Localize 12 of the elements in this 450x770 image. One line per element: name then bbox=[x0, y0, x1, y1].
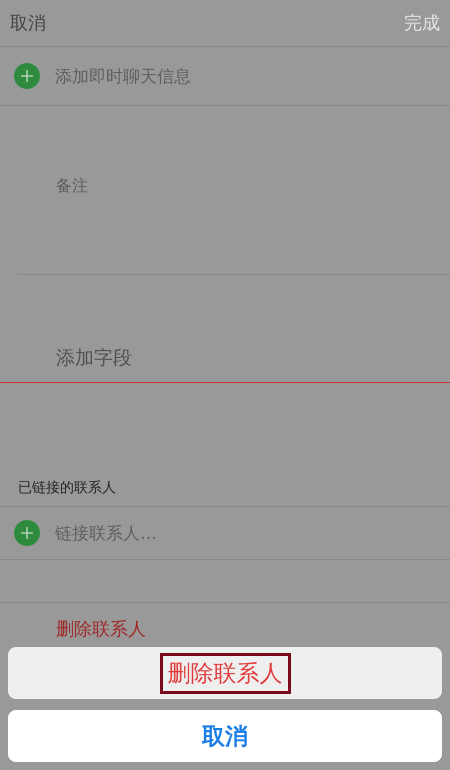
add-field-button[interactable]: 添加字段 bbox=[56, 347, 132, 369]
delete-contact-button[interactable]: 删除联系人 bbox=[56, 619, 146, 640]
cancel-button[interactable]: 取消 bbox=[10, 11, 46, 35]
section-header: 已链接的联系人 bbox=[18, 480, 116, 496]
link-contact-label[interactable]: 链接联系人… bbox=[55, 522, 157, 544]
delete-action-button[interactable]: 删除联系人 bbox=[8, 647, 442, 699]
cancel-action-button[interactable]: 取消 bbox=[8, 710, 442, 762]
highlight-frame: 删除联系人 bbox=[160, 652, 290, 694]
add-field-label[interactable]: 添加即时聊天信息 bbox=[55, 64, 191, 88]
notes-field[interactable]: 备注 bbox=[56, 176, 88, 195]
add-icon[interactable] bbox=[14, 63, 40, 89]
add-icon[interactable] bbox=[14, 520, 40, 546]
